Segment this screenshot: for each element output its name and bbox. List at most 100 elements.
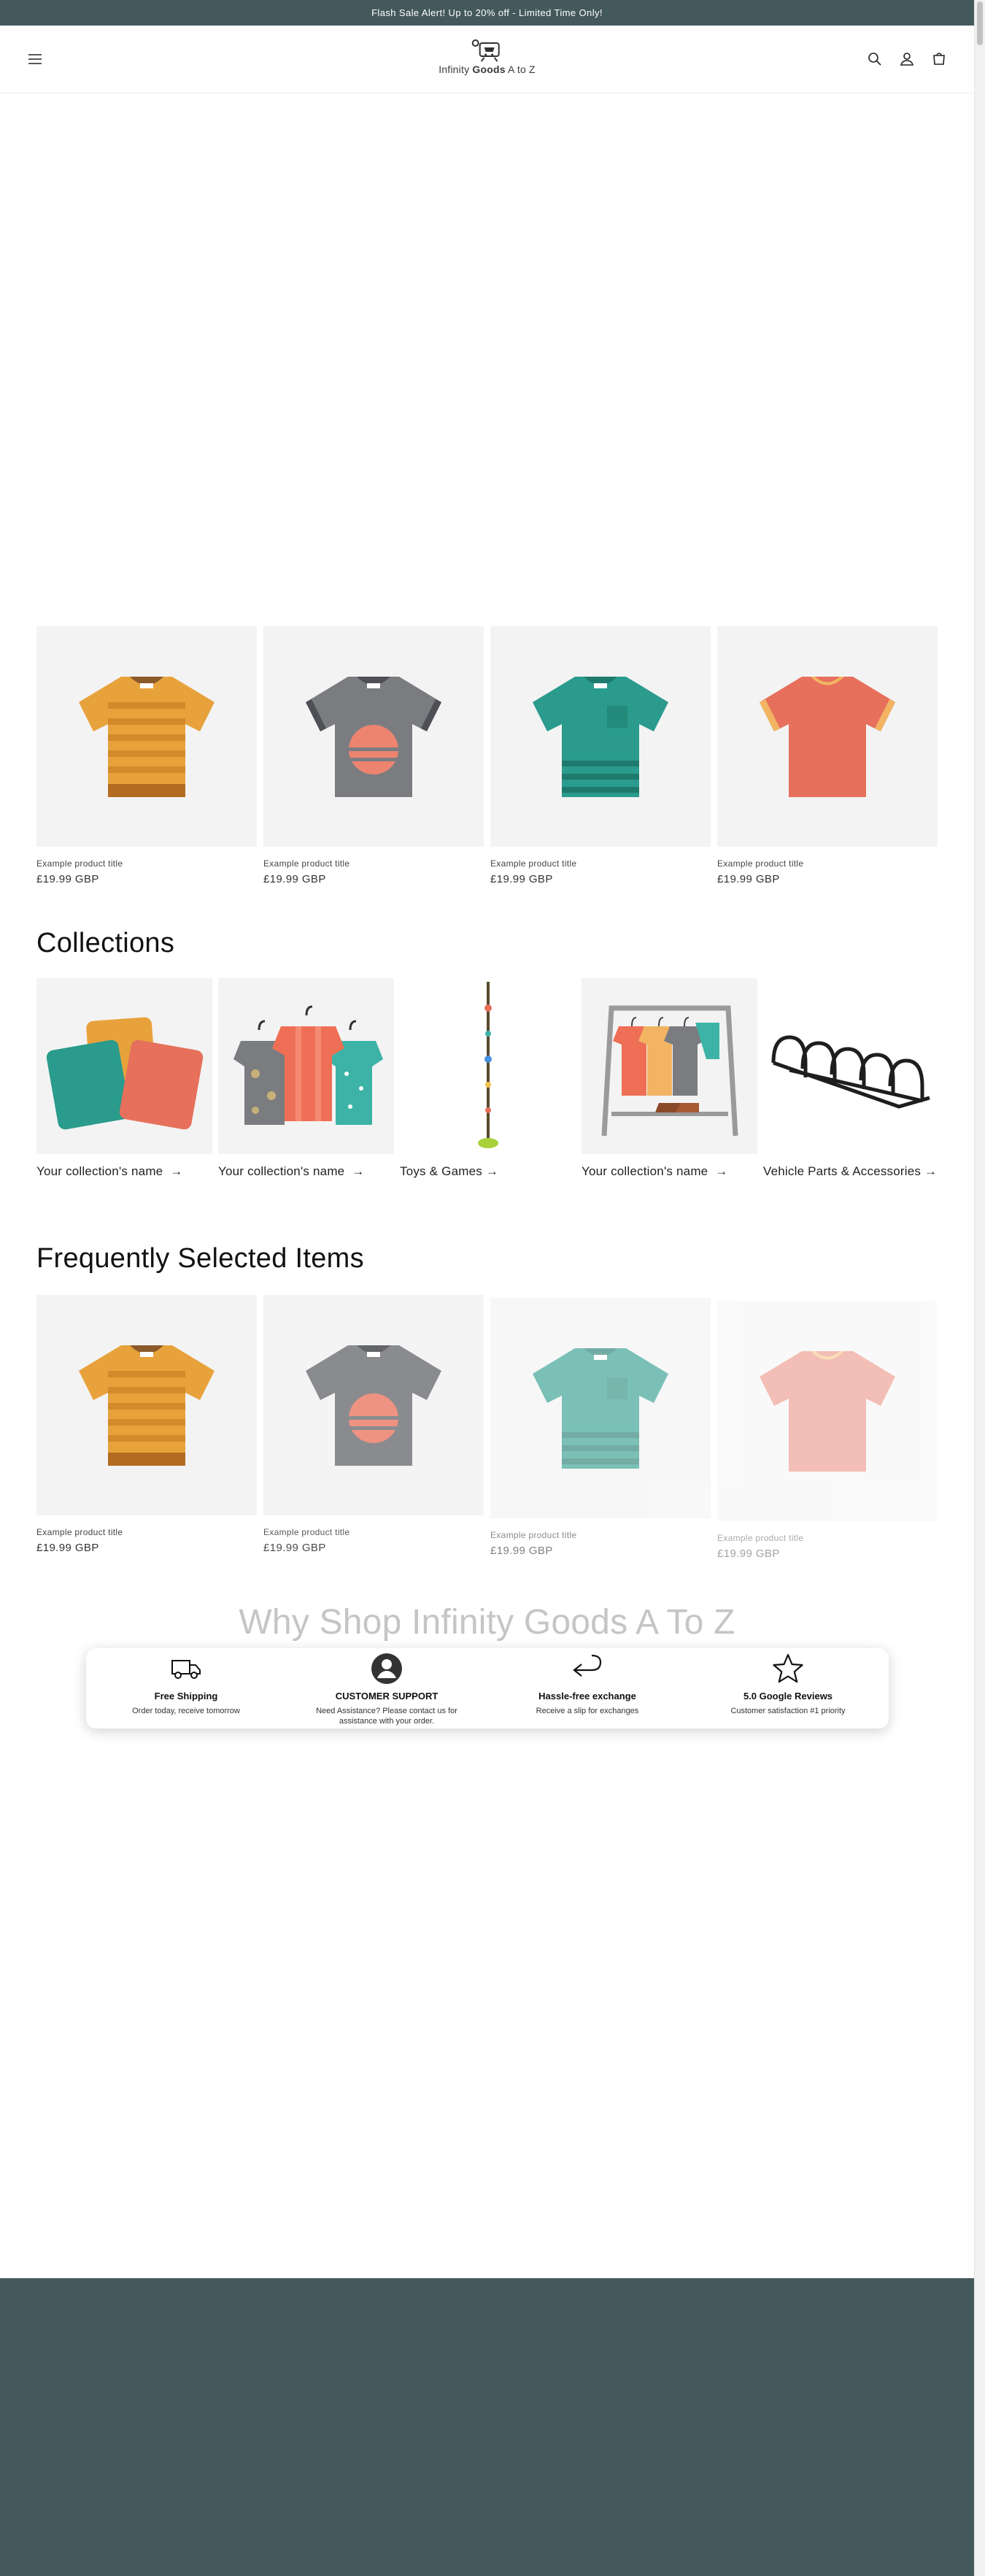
folded-shirts-image <box>46 1017 203 1129</box>
coral-tshirt-image <box>760 1350 895 1472</box>
product-image[interactable] <box>263 626 484 847</box>
product-card[interactable]: Example product title £19.99 GBP <box>263 626 484 885</box>
page-scrollbar[interactable] <box>974 0 985 2576</box>
collection-card[interactable]: Toys & Games → <box>400 978 576 1179</box>
search-button[interactable] <box>862 46 888 72</box>
product-image[interactable] <box>36 1295 257 1515</box>
collection-label[interactable]: Your collection's name → <box>36 1164 212 1179</box>
feature-text: Order today, receive tomorrow <box>132 1707 240 1715</box>
feature-text: Need Assistance? Please contact us for a… <box>316 1707 457 1726</box>
feature-text: Customer satisfaction #1 priority <box>730 1707 846 1715</box>
search-icon <box>868 53 881 66</box>
collection-name: Vehicle Parts & Accessories <box>763 1164 922 1178</box>
featured-products: Example product title £19.99 GBP Example… <box>0 626 974 885</box>
clothing-rack-image <box>601 1005 738 1136</box>
product-title[interactable]: Example product title <box>36 1527 257 1537</box>
grey-sunset-tshirt-image <box>306 1345 441 1466</box>
product-image[interactable] <box>263 1295 484 1515</box>
cart-button[interactable] <box>926 46 952 72</box>
product-title[interactable]: Example product title <box>490 1530 711 1540</box>
truck-icon-wrap <box>171 1651 201 1686</box>
collection-label[interactable]: Your collection's name → <box>218 1164 394 1179</box>
product-image[interactable] <box>490 626 711 847</box>
section-title: Frequently Selected Items <box>36 1243 364 1274</box>
page: Flash Sale Alert! Up to 20% off - Limite… <box>0 0 985 2576</box>
account-button[interactable] <box>894 46 920 72</box>
product-price: £19.99 GBP <box>36 1542 99 1554</box>
product-card[interactable]: Example product title £19.99 GBP <box>490 1298 711 1560</box>
arrow-right-icon: → <box>924 1164 938 1178</box>
product-image[interactable] <box>717 626 938 847</box>
logo-word-1: Infinity <box>439 64 473 75</box>
collections-section: Collections Your collection's name → You… <box>0 928 974 1179</box>
truck-icon <box>171 1660 201 1679</box>
product-image[interactable] <box>490 1298 711 1518</box>
feature-heading: CUSTOMER SUPPORT <box>335 1691 439 1702</box>
return-icon-wrap <box>571 1651 603 1686</box>
star-icon <box>773 1653 803 1683</box>
announcement-text: Flash Sale Alert! Up to 20% off - Limite… <box>371 7 603 18</box>
collection-card[interactable]: Vehicle Parts & Accessories → <box>763 978 939 1179</box>
collection-label[interactable]: Toys & Games → <box>400 1164 576 1179</box>
content: Flash Sale Alert! Up to 20% off - Limite… <box>0 0 974 2576</box>
collection-label[interactable]: Your collection's name → <box>582 1164 757 1179</box>
logo-word-2: Goods <box>472 64 506 75</box>
product-title[interactable]: Example product title <box>263 858 484 869</box>
feature-free-shipping: Free Shipping Order today, receive tomor… <box>86 1651 287 1716</box>
teal-pocket-tshirt-image <box>533 676 668 797</box>
product-title[interactable]: Example product title <box>717 1533 938 1543</box>
product-image[interactable] <box>36 626 257 847</box>
product-title[interactable]: Example product title <box>263 1527 484 1537</box>
orange-striped-tshirt-image <box>79 1345 215 1466</box>
frequent-section: Frequently Selected Items Example produc… <box>0 1243 974 1560</box>
collection-name: Your collection's name <box>36 1164 163 1178</box>
product-price: £19.99 GBP <box>490 1545 553 1557</box>
arrow-right-icon: → <box>485 1164 499 1178</box>
support-icon-wrap <box>371 1651 403 1686</box>
product-price: £19.99 GBP <box>263 873 326 885</box>
announcement-bar: Flash Sale Alert! Up to 20% off - Limite… <box>0 0 974 26</box>
site-footer <box>0 2278 974 2576</box>
product-card[interactable]: Example product title £19.99 GBP <box>717 1301 938 1560</box>
collection-name: Toys & Games <box>400 1164 482 1178</box>
site-header: Infinity Goods A to Z <box>0 26 974 93</box>
product-image[interactable] <box>717 1301 938 1521</box>
product-card[interactable]: Example product title £19.99 GBP <box>36 626 257 885</box>
account-icon <box>900 53 914 66</box>
feature-exchange: Hassle-free exchange Receive a slip for … <box>487 1651 688 1716</box>
feature-heading: Hassle-free exchange <box>538 1691 636 1702</box>
menu-button[interactable] <box>22 46 48 72</box>
product-card[interactable]: Example product title £19.99 GBP <box>717 626 938 885</box>
grey-sunset-tshirt-image <box>306 676 441 797</box>
product-title[interactable]: Example product title <box>36 858 257 869</box>
scrollbar-thumb[interactable] <box>977 1 983 45</box>
collection-image[interactable] <box>36 978 212 1154</box>
frequent-products: Example product title £19.99 GBP Example… <box>0 1295 974 1560</box>
feature-heading: 5.0 Google Reviews <box>743 1691 833 1702</box>
product-card[interactable]: Example product title £19.99 GBP <box>490 626 711 885</box>
collection-card[interactable]: Your collection's name → <box>218 978 394 1179</box>
section-title: Collections <box>36 928 175 958</box>
header-icons <box>862 46 952 72</box>
store-logo[interactable]: Infinity Goods A to Z <box>439 39 536 75</box>
logo-cart-icon <box>471 39 500 62</box>
why-features-box: Free Shipping Order today, receive tomor… <box>85 1648 889 1729</box>
feature-text: Receive a slip for exchanges <box>536 1707 639 1715</box>
product-card[interactable]: Example product title £19.99 GBP <box>36 1295 257 1560</box>
collection-image[interactable] <box>218 978 394 1154</box>
product-price: £19.99 GBP <box>263 1542 326 1554</box>
collection-card[interactable]: Your collection's name → <box>582 978 757 1179</box>
arrow-right-icon: → <box>352 1164 365 1178</box>
collections-grid: Your collection's name → Your collection… <box>0 978 974 1179</box>
product-title[interactable]: Example product title <box>717 858 938 869</box>
feature-reviews: 5.0 Google Reviews Customer satisfaction… <box>688 1651 889 1716</box>
product-title[interactable]: Example product title <box>490 858 711 869</box>
collection-image[interactable] <box>400 978 576 1154</box>
collection-image[interactable] <box>763 978 939 1154</box>
teal-pocket-tshirt-image <box>533 1347 668 1469</box>
collection-card[interactable]: Your collection's name → <box>36 978 212 1179</box>
product-card[interactable]: Example product title £19.99 GBP <box>263 1295 484 1560</box>
hero-banner <box>0 93 974 626</box>
collection-image[interactable] <box>582 978 757 1154</box>
collection-label[interactable]: Vehicle Parts & Accessories → <box>763 1164 939 1179</box>
